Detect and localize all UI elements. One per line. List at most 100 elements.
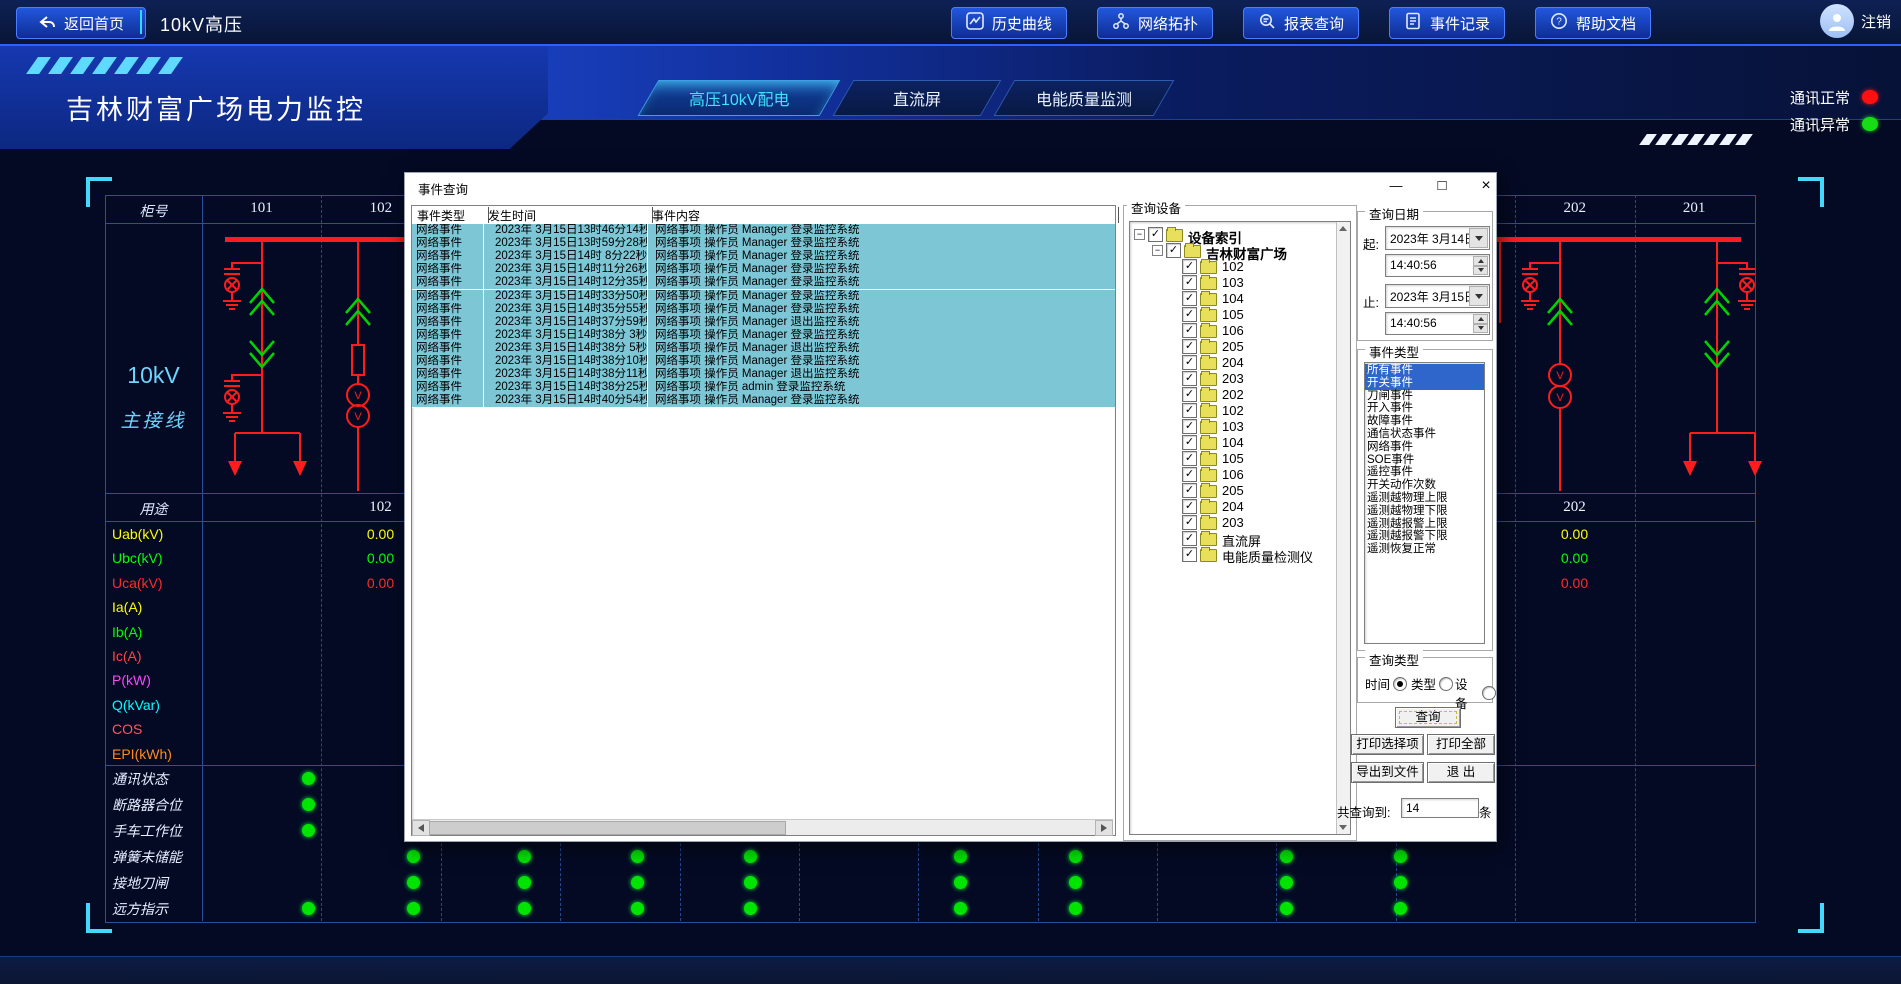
- maximize-icon[interactable]: □: [1431, 176, 1453, 196]
- event-type-option[interactable]: 遥测越报警上限: [1365, 518, 1485, 531]
- event-type-option[interactable]: 开关动作次数: [1365, 479, 1485, 492]
- tree-checkbox[interactable]: ✓: [1182, 355, 1197, 370]
- time-from-spinner[interactable]: 14:40:56: [1385, 254, 1490, 277]
- tree-item-吉林财富广场[interactable]: −✓吉林财富广场: [1130, 242, 1350, 258]
- tree-checkbox[interactable]: ✓: [1182, 531, 1197, 546]
- close-icon[interactable]: ×: [1475, 176, 1497, 196]
- query-button[interactable]: 查询: [1395, 707, 1461, 728]
- tree-item-105[interactable]: ✓105: [1130, 450, 1350, 466]
- tree-checkbox[interactable]: ✓: [1182, 547, 1197, 562]
- table-row[interactable]: 网络事件2023年 3月15日14时11分26秒969毫秒网络事项 操作员 Ma…: [412, 263, 1115, 277]
- event-type-option[interactable]: 遥测越报警下限: [1365, 530, 1485, 543]
- tree-checkbox[interactable]: ✓: [1182, 451, 1197, 466]
- table-row[interactable]: 网络事件2023年 3月15日14时38分 5秒691毫秒网络事项 操作员 Ma…: [412, 342, 1115, 356]
- tree-checkbox[interactable]: ✓: [1182, 419, 1197, 434]
- tree-checkbox[interactable]: ✓: [1148, 227, 1163, 242]
- scroll-up-icon[interactable]: [1339, 226, 1347, 231]
- event-type-option[interactable]: 故障事件: [1365, 415, 1485, 428]
- scroll-down-icon[interactable]: [1339, 825, 1347, 830]
- table-row[interactable]: 网络事件2023年 3月15日14时40分54秒639毫秒网络事项 操作员 Ma…: [412, 394, 1115, 408]
- event-type-option[interactable]: 通信状态事件: [1365, 428, 1485, 441]
- tree-checkbox[interactable]: ✓: [1182, 291, 1197, 306]
- tree-checkbox[interactable]: ✓: [1182, 403, 1197, 418]
- tab-电能质量监测[interactable]: 电能质量监测: [994, 80, 1175, 116]
- tab-直流屏[interactable]: 直流屏: [833, 80, 1002, 116]
- user-avatar-icon[interactable]: [1820, 4, 1854, 38]
- tree-scrollbar[interactable]: [1336, 222, 1350, 834]
- tree-item-204[interactable]: ✓204: [1130, 498, 1350, 514]
- query-type-radio-类型[interactable]: 类型: [1411, 674, 1453, 693]
- tree-checkbox[interactable]: ✓: [1182, 307, 1197, 322]
- dialog-titlebar[interactable]: 事件查询 — □ ×: [405, 173, 1496, 199]
- tree-item-203[interactable]: ✓203: [1130, 514, 1350, 530]
- event-type-option[interactable]: 遥测越物理下限: [1365, 505, 1485, 518]
- horizontal-scrollbar[interactable]: [412, 819, 1113, 835]
- tree-item-205[interactable]: ✓205: [1130, 482, 1350, 498]
- dropdown-arrow-icon[interactable]: [1469, 228, 1488, 248]
- tree-item-电能质量检测仪[interactable]: ✓电能质量检测仪: [1130, 546, 1350, 562]
- tree-item-102[interactable]: ✓102: [1130, 258, 1350, 274]
- tree-item-103[interactable]: ✓103: [1130, 418, 1350, 434]
- tree-checkbox[interactable]: ✓: [1182, 339, 1197, 354]
- tree-expander-icon[interactable]: −: [1152, 245, 1163, 256]
- tree-checkbox[interactable]: ✓: [1182, 259, 1197, 274]
- event-type-option[interactable]: 遥测越物理上限: [1365, 492, 1485, 505]
- tree-checkbox[interactable]: ✓: [1182, 483, 1197, 498]
- spinner-icons[interactable]: [1473, 314, 1488, 333]
- tree-checkbox[interactable]: ✓: [1182, 467, 1197, 482]
- event-type-option[interactable]: SOE事件: [1365, 454, 1485, 467]
- table-row[interactable]: 网络事件2023年 3月15日13时59分28秒918毫秒网络事项 操作员 Ma…: [412, 237, 1115, 251]
- query-type-radio-设备[interactable]: 设备: [1455, 674, 1496, 712]
- report-query-button[interactable]: 报表查询: [1243, 7, 1359, 39]
- tree-item-104[interactable]: ✓104: [1130, 434, 1350, 450]
- table-row[interactable]: 网络事件2023年 3月15日14时38分10秒 77毫秒网络事项 操作员 Ma…: [412, 355, 1115, 369]
- table-row[interactable]: 网络事件2023年 3月15日14时38分11秒618毫秒网络事项 操作员 Ma…: [412, 368, 1115, 382]
- minimize-icon[interactable]: —: [1385, 176, 1407, 196]
- event-type-option[interactable]: 遥测恢复正常: [1365, 543, 1485, 556]
- table-row[interactable]: 网络事件2023年 3月15日13时46分14秒162毫秒网络事项 操作员 Ma…: [412, 224, 1115, 238]
- result-count-field[interactable]: 14: [1401, 798, 1479, 818]
- tree-checkbox[interactable]: ✓: [1166, 243, 1181, 258]
- event-type-option[interactable]: 刀闸事件: [1365, 390, 1485, 403]
- tree-item-106[interactable]: ✓106: [1130, 466, 1350, 482]
- event-type-option[interactable]: 网络事件: [1365, 441, 1485, 454]
- scroll-left-icon[interactable]: [412, 820, 430, 836]
- tree-item-104[interactable]: ✓104: [1130, 290, 1350, 306]
- table-row[interactable]: 网络事件2023年 3月15日14时35分55秒772毫秒网络事项 操作员 Ma…: [412, 303, 1115, 317]
- tree-item-105[interactable]: ✓105: [1130, 306, 1350, 322]
- scroll-right-icon[interactable]: [1095, 820, 1113, 836]
- table-row[interactable]: 网络事件2023年 3月15日14时37分59秒499毫秒网络事项 操作员 Ma…: [412, 316, 1115, 330]
- spinner-icons[interactable]: [1473, 256, 1488, 275]
- tree-checkbox[interactable]: ✓: [1182, 323, 1197, 338]
- tree-item-205[interactable]: ✓205: [1130, 338, 1350, 354]
- table-row[interactable]: 网络事件2023年 3月15日14时38分 3秒921毫秒网络事项 操作员 Ma…: [412, 329, 1115, 343]
- export-button[interactable]: 导出到文件: [1351, 762, 1424, 783]
- date-to-select[interactable]: 2023年 3月15日: [1385, 284, 1490, 308]
- event-record-button[interactable]: 事件记录: [1389, 7, 1505, 39]
- event-type-option[interactable]: 遥控事件: [1365, 466, 1485, 479]
- print-selected-button[interactable]: 打印选择项: [1351, 734, 1424, 755]
- logout-button[interactable]: 注销: [1861, 11, 1891, 32]
- scrollbar-thumb[interactable]: [429, 821, 786, 835]
- tree-checkbox[interactable]: ✓: [1182, 435, 1197, 450]
- date-from-select[interactable]: 2023年 3月14日: [1385, 226, 1490, 250]
- event-type-option[interactable]: 所有事件: [1365, 364, 1485, 377]
- help-doc-button[interactable]: ?帮助文档: [1535, 7, 1651, 39]
- event-type-option[interactable]: 开入事件: [1365, 402, 1485, 415]
- print-all-button[interactable]: 打印全部: [1427, 734, 1495, 755]
- tree-checkbox[interactable]: ✓: [1182, 499, 1197, 514]
- time-to-spinner[interactable]: 14:40:56: [1385, 312, 1490, 335]
- tree-item-202[interactable]: ✓202: [1130, 386, 1350, 402]
- exit-button[interactable]: 退 出: [1427, 762, 1495, 783]
- tree-item-204[interactable]: ✓204: [1130, 354, 1350, 370]
- tab-高压10kV配电[interactable]: 高压10kV配电: [638, 80, 841, 116]
- tree-checkbox[interactable]: ✓: [1182, 371, 1197, 386]
- tree-expander-icon[interactable]: −: [1134, 229, 1145, 240]
- tree-item-设备索引[interactable]: −✓设备索引: [1130, 226, 1350, 242]
- tree-item-103[interactable]: ✓103: [1130, 274, 1350, 290]
- network-topology-button[interactable]: 网络拓扑: [1097, 7, 1213, 39]
- table-row[interactable]: 网络事件2023年 3月15日14时 8分22秒121毫秒网络事项 操作员 Ma…: [412, 250, 1115, 264]
- tree-checkbox[interactable]: ✓: [1182, 275, 1197, 290]
- table-row[interactable]: 网络事件2023年 3月15日14时33分50秒902毫秒网络事项 操作员 Ma…: [412, 290, 1115, 304]
- dropdown-arrow-icon[interactable]: [1469, 286, 1488, 306]
